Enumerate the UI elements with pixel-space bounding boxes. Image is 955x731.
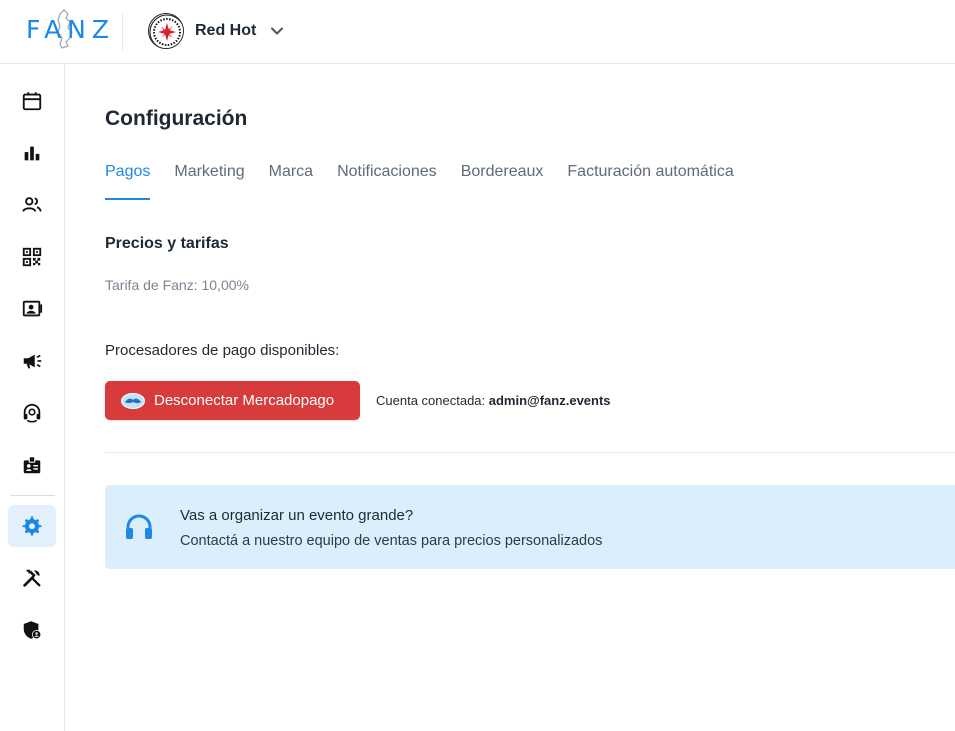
sidebar-item-users[interactable] — [8, 184, 56, 226]
sidebar-item-calendar[interactable] — [8, 80, 56, 122]
mercadopago-logo-icon — [121, 392, 145, 409]
red-hot-chili-peppers-logo-icon — [149, 14, 183, 48]
organization-avatar — [148, 13, 184, 49]
sidebar-item-analytics[interactable] — [8, 132, 56, 174]
connected-account-email: admin@fanz.events — [488, 393, 611, 408]
tab-pagos[interactable]: Pagos — [105, 160, 151, 200]
sidebar-item-staff[interactable] — [8, 444, 56, 486]
tab-notificaciones[interactable]: Notificaciones — [337, 160, 437, 200]
megaphone-icon — [23, 354, 42, 369]
gear-icon — [22, 516, 42, 536]
sidebar — [0, 64, 65, 731]
section-divider — [105, 452, 955, 453]
headset-icon — [23, 403, 41, 423]
sidebar-item-admin[interactable] — [8, 609, 56, 651]
payment-processors-label: Procesadores de pago disponibles: — [105, 342, 340, 359]
top-bar: FANZ Red Hot — [0, 0, 955, 64]
sidebar-item-contacts[interactable] — [8, 288, 56, 330]
shield-user-icon — [23, 621, 42, 640]
logo-text: FANZ — [26, 15, 116, 44]
qr-code-icon — [22, 247, 42, 267]
organization-name: Red Hot — [195, 22, 257, 39]
tab-facturacion-automatica[interactable]: Facturación automática — [567, 160, 733, 200]
sidebar-item-qr[interactable] — [8, 236, 56, 278]
bar-chart-icon — [24, 146, 40, 161]
tab-marketing[interactable]: Marketing — [174, 160, 244, 200]
tab-marca[interactable]: Marca — [269, 160, 313, 200]
chevron-down-icon — [271, 27, 284, 35]
pricing-section-title: Precios y tarifas — [105, 235, 229, 252]
sales-contact-banner: Vas a organizar un evento grande? Contac… — [105, 485, 955, 569]
sidebar-item-marketing[interactable] — [8, 340, 56, 382]
disconnect-mercadopago-label: Desconectar Mercadopago — [154, 392, 335, 409]
users-icon — [22, 197, 42, 212]
connected-account-text: Cuenta conectada: admin@fanz.events — [376, 393, 611, 408]
fanz-fee-text: Tarifa de Fanz: 10,00% — [105, 277, 249, 293]
sidebar-item-support[interactable] — [8, 392, 56, 434]
headphones-icon — [126, 514, 152, 539]
tools-icon — [23, 569, 41, 587]
sidebar-item-settings[interactable] — [8, 505, 56, 547]
banner-title: Vas a organizar un evento grande? — [180, 507, 414, 524]
connected-account-prefix: Cuenta conectada: — [376, 393, 486, 408]
settings-tabs: Pagos Marketing Marca Notificaciones Bor… — [105, 160, 758, 200]
page-title: Configuración — [105, 107, 248, 130]
fanz-logo[interactable]: FANZ — [26, 6, 109, 52]
tab-bordereaux[interactable]: Bordereaux — [461, 160, 544, 200]
organization-switcher[interactable]: Red Hot — [148, 13, 284, 49]
calendar-icon — [22, 92, 42, 111]
banner-text: Contactá a nuestro equipo de ventas para… — [180, 533, 603, 549]
contact-card-icon — [22, 300, 43, 317]
sidebar-item-tools[interactable] — [8, 557, 56, 599]
header-divider — [122, 14, 123, 50]
disconnect-mercadopago-button[interactable]: Desconectar Mercadopago — [105, 381, 360, 420]
badge-icon — [23, 456, 41, 474]
sidebar-divider — [10, 495, 55, 496]
